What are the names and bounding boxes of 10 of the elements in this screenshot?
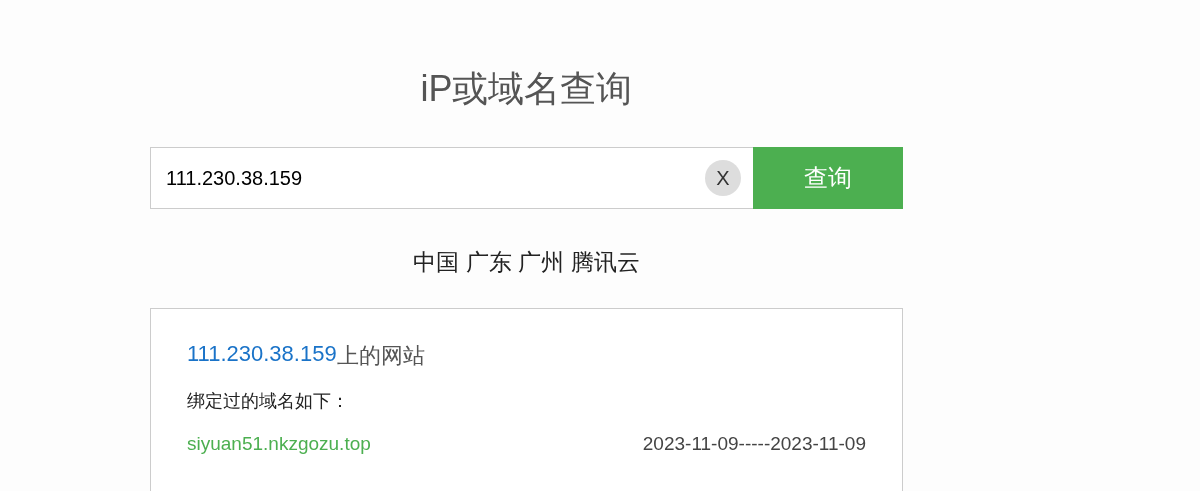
location-text: 中国 广东 广州 腾讯云 bbox=[413, 248, 640, 277]
search-field[interactable]: 111.230.38.159 X bbox=[150, 147, 753, 209]
date-range: 2023-11-09-----2023-11-09 bbox=[642, 433, 866, 455]
heading-text: 上的网站 bbox=[336, 342, 425, 370]
domain-link[interactable]: siyuan51.nkzgozu.top bbox=[187, 433, 371, 455]
search-button[interactable]: 查询 bbox=[753, 147, 903, 209]
page-title: iP或域名查询 bbox=[420, 67, 633, 111]
clear-button[interactable]: X bbox=[705, 160, 741, 196]
ip-link[interactable]: 111.230.38.159 bbox=[187, 341, 337, 371]
subtitle: 绑定过的域名如下： bbox=[187, 390, 350, 413]
